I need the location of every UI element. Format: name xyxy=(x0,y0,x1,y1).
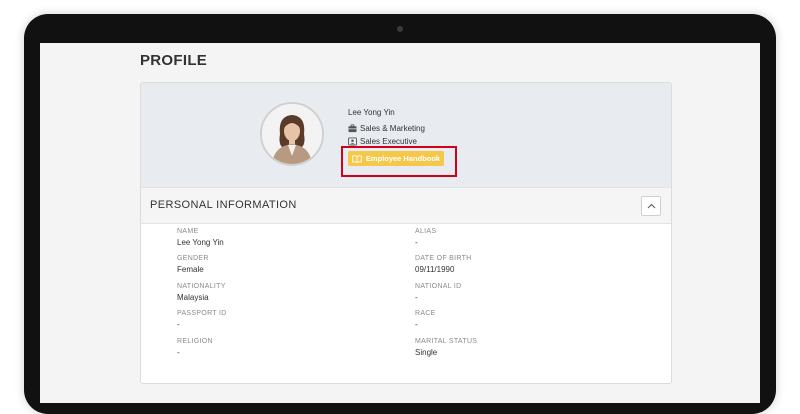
field-value: - xyxy=(415,320,418,329)
job-title-label: Sales Executive xyxy=(360,137,417,146)
profile-card: Lee Yong Yin Sales & Marketing Sales Exe… xyxy=(140,82,672,384)
app-screen: PROFILE Lee Yong Yin Sales & Marketing S… xyxy=(40,43,760,403)
field-label: GENDER xyxy=(177,255,209,262)
field-passport-id: PASSPORT ID - xyxy=(177,310,227,329)
field-label: DATE OF BIRTH xyxy=(415,255,472,262)
field-value: Malaysia xyxy=(177,293,209,302)
handbook-highlight-box xyxy=(341,146,457,177)
section-title: PERSONAL INFORMATION xyxy=(150,199,297,211)
id-badge-icon xyxy=(348,137,357,146)
field-name: NAME Lee Yong Yin xyxy=(177,228,224,247)
employee-department: Sales & Marketing xyxy=(348,124,425,133)
field-value: Lee Yong Yin xyxy=(177,238,224,247)
field-label: RELIGION xyxy=(177,338,213,345)
page-title: PROFILE xyxy=(140,52,208,69)
avatar xyxy=(260,102,324,166)
field-value: - xyxy=(415,238,418,247)
field-label: RACE xyxy=(415,310,436,317)
field-label: ALIAS xyxy=(415,228,437,235)
field-label: NATIONAL ID xyxy=(415,283,462,290)
field-label: PASSPORT ID xyxy=(177,310,227,317)
camera-icon xyxy=(397,26,403,32)
field-alias: ALIAS - xyxy=(415,228,436,247)
field-value: 09/11/1990 xyxy=(415,265,455,274)
field-marital-status: MARITAL STATUS Single xyxy=(415,338,477,357)
field-label: NATIONALITY xyxy=(177,283,226,290)
field-value: - xyxy=(177,320,180,329)
field-value: Female xyxy=(177,265,204,274)
personal-information-header: PERSONAL INFORMATION xyxy=(141,187,671,224)
employee-job-title: Sales Executive xyxy=(348,137,417,146)
employee-name: Lee Yong Yin xyxy=(348,108,395,117)
briefcase-icon xyxy=(348,124,357,133)
field-value: Single xyxy=(415,348,438,357)
field-race: RACE - xyxy=(415,310,436,329)
chevron-up-icon xyxy=(647,203,655,209)
department-label: Sales & Marketing xyxy=(360,124,425,133)
field-gender: GENDER Female xyxy=(177,255,209,274)
field-national-id: NATIONAL ID - xyxy=(415,283,461,302)
field-label: NAME xyxy=(177,228,199,235)
field-value: - xyxy=(177,348,180,357)
field-date-of-birth: DATE OF BIRTH 09/11/1990 xyxy=(415,255,472,274)
field-nationality: NATIONALITY Malaysia xyxy=(177,283,226,302)
collapse-button[interactable] xyxy=(641,196,661,216)
field-label: MARITAL STATUS xyxy=(415,338,478,345)
field-religion: RELIGION - xyxy=(177,338,213,357)
field-value: - xyxy=(415,293,418,302)
